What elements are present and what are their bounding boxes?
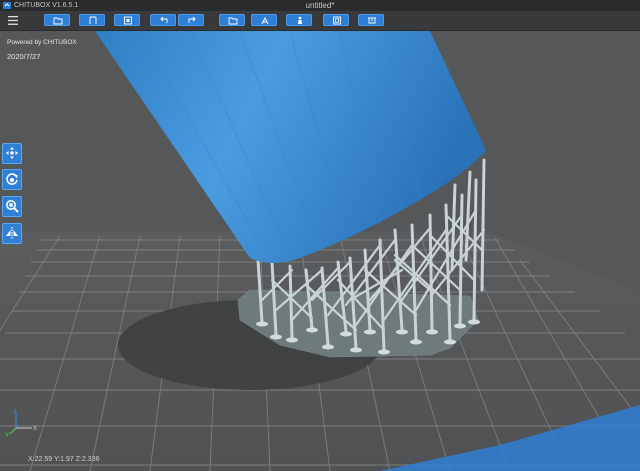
slice-settings-button[interactable] bbox=[114, 14, 140, 26]
hollow-button[interactable] bbox=[286, 14, 312, 26]
mirror-tool-button[interactable] bbox=[2, 223, 22, 244]
document-title: untitled* bbox=[305, 1, 335, 10]
title-bar: CHITUBOX V1.6.5.1 untitled* bbox=[0, 0, 640, 11]
person-icon bbox=[298, 16, 302, 24]
3d-model bbox=[95, 31, 486, 263]
svg-text:X: X bbox=[33, 426, 37, 432]
support-icon bbox=[261, 16, 269, 25]
redo-icon bbox=[188, 16, 196, 23]
menu-button[interactable] bbox=[6, 14, 20, 27]
open-file-button[interactable] bbox=[44, 14, 70, 26]
frame-icon bbox=[333, 16, 341, 25]
redo-button[interactable] bbox=[178, 14, 204, 26]
move-icon bbox=[6, 147, 18, 159]
undo-icon bbox=[160, 16, 168, 23]
build-date-label: 2020/7/27 bbox=[7, 52, 41, 61]
import-button[interactable] bbox=[219, 14, 245, 26]
svg-text:Y: Y bbox=[5, 433, 9, 438]
supports-button[interactable] bbox=[251, 14, 277, 26]
axis-gizmo-icon: Z X Y bbox=[5, 408, 37, 438]
undo-button[interactable] bbox=[150, 14, 176, 26]
mirror-icon bbox=[6, 227, 18, 239]
settings-icon bbox=[124, 16, 132, 25]
view-button[interactable] bbox=[323, 14, 349, 26]
scale-tool-button[interactable] bbox=[2, 196, 22, 217]
svg-text:Z: Z bbox=[13, 408, 17, 414]
zoom-icon bbox=[6, 200, 19, 213]
main-toolbar bbox=[0, 11, 640, 31]
folder-icon bbox=[228, 17, 238, 25]
layout-icon bbox=[368, 17, 376, 24]
rotate-tool-button[interactable] bbox=[2, 169, 22, 190]
scene-canvas bbox=[0, 31, 640, 471]
3d-viewport[interactable]: Powered by CHITUBOX 2020/7/27 Z X Y X:22… bbox=[0, 31, 640, 471]
coordinate-readout: X:22.59 Y:1.97 Z:2.336 bbox=[28, 456, 100, 463]
rotate-icon bbox=[6, 173, 18, 185]
hamburger-icon bbox=[8, 16, 18, 25]
folder-open-icon bbox=[53, 17, 63, 25]
move-tool-button[interactable] bbox=[2, 143, 22, 164]
save-icon bbox=[89, 16, 97, 24]
save-file-button[interactable] bbox=[79, 14, 105, 26]
powered-by-label: Powered by CHITUBOX bbox=[7, 39, 77, 46]
layout-button[interactable] bbox=[358, 14, 384, 26]
